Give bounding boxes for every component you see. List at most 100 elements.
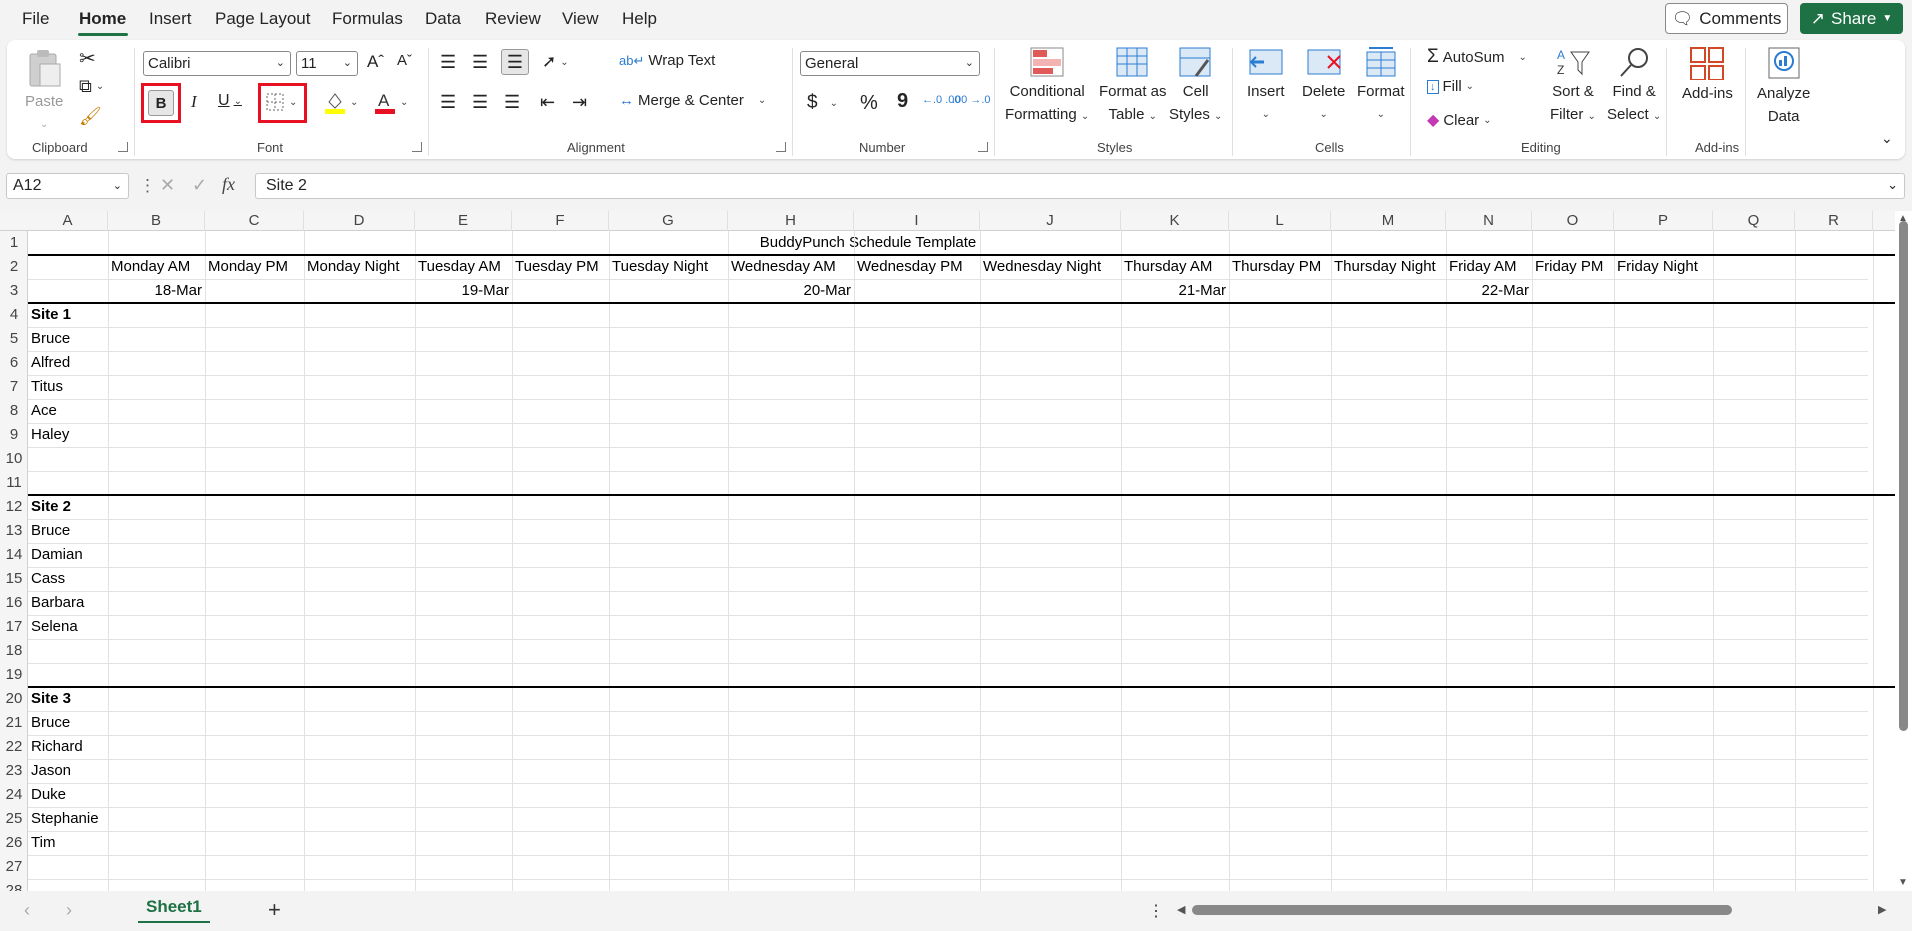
column-header-l[interactable]: L [1229, 211, 1331, 231]
next-sheet-icon[interactable]: › [66, 900, 72, 921]
row-header-9[interactable]: 9 [0, 423, 28, 447]
menu-file[interactable]: File [22, 9, 49, 29]
format-as-table-button[interactable]: Format as Table ⌄ [1099, 46, 1167, 126]
fill-color-button[interactable]: ⌄ [324, 90, 358, 114]
scroll-left-icon[interactable]: ◀ [1177, 903, 1185, 916]
menu-review[interactable]: Review [485, 9, 541, 29]
column-header-r[interactable]: R [1795, 211, 1873, 231]
share-button[interactable]: ↗ Share ▼ [1800, 3, 1903, 34]
row-header-24[interactable]: 24 [0, 783, 28, 807]
shift-header[interactable]: Friday PM [1532, 255, 1606, 279]
column-header-e[interactable]: E [415, 211, 512, 231]
column-header-h[interactable]: H [728, 211, 854, 231]
row-header-23[interactable]: 23 [0, 759, 28, 783]
column-header-i[interactable]: I [854, 211, 980, 231]
shift-header[interactable]: Tuesday AM [415, 255, 504, 279]
enter-icon[interactable]: ✓ [192, 175, 207, 196]
shift-header[interactable]: Tuesday Night [609, 255, 711, 279]
row-header-21[interactable]: 21 [0, 711, 28, 735]
worksheet-grid[interactable]: ABCDEFGHIJKLMNOPQR 1 2 3 4 5 6 7 8 9 10 11 12 13 14 15… [0, 211, 1895, 891]
analyze-data-button[interactable]: Analyze Data [1757, 46, 1810, 126]
sort-filter-button[interactable]: AZ Sort & Filter ⌄ [1550, 46, 1596, 126]
cancel-icon[interactable]: ✕ [160, 175, 175, 196]
row-header-13[interactable]: 13 [0, 519, 28, 543]
font-name-select[interactable]: Calibri ⌄ [143, 51, 291, 76]
align-center-button[interactable]: ☰ [472, 92, 488, 113]
row-header-27[interactable]: 27 [0, 855, 28, 879]
font-size-select[interactable]: 11 ⌄ [296, 51, 358, 76]
number-launcher-icon[interactable] [978, 142, 988, 152]
row-header-6[interactable]: 6 [0, 351, 28, 375]
font-launcher-icon[interactable] [412, 142, 422, 152]
employee-name[interactable]: Bruce [28, 327, 73, 351]
employee-name[interactable]: Cass [28, 567, 68, 591]
align-left-button[interactable]: ☰ [440, 92, 456, 113]
vertical-scroll-thumb[interactable] [1899, 221, 1908, 731]
row-header-16[interactable]: 16 [0, 591, 28, 615]
percent-button[interactable]: % [860, 92, 878, 115]
date-cell[interactable]: 18-Mar [108, 279, 205, 303]
add-ins-button[interactable]: Add-ins [1682, 46, 1733, 103]
row-header-1[interactable]: 1 [0, 231, 28, 255]
employee-name[interactable]: Barbara [28, 591, 87, 615]
sheet-tab-sheet1[interactable]: Sheet1 [138, 893, 210, 923]
row-header-2[interactable]: 2 [0, 255, 28, 279]
employee-name[interactable]: Selena [28, 615, 81, 639]
clipboard-launcher-icon[interactable] [118, 142, 128, 152]
fill-button[interactable]: ↓ Fill ⌄ [1427, 78, 1474, 95]
column-header-g[interactable]: G [609, 211, 728, 231]
menu-home[interactable]: Home [79, 9, 126, 29]
currency-button[interactable]: $ ⌄ [807, 92, 838, 114]
row-header-7[interactable]: 7 [0, 375, 28, 399]
function-icon[interactable]: fx [222, 174, 235, 195]
row-header-17[interactable]: 17 [0, 615, 28, 639]
employee-name[interactable]: Titus [28, 375, 66, 399]
horizontal-scroll-thumb[interactable] [1192, 905, 1732, 915]
find-select-button[interactable]: Find & Select ⌄ [1607, 46, 1661, 126]
prev-sheet-icon[interactable]: ‹ [24, 900, 30, 921]
row-header-5[interactable]: 5 [0, 327, 28, 351]
increase-font-button[interactable]: Aˆ [367, 52, 384, 72]
shift-header[interactable]: Thursday Night [1331, 255, 1439, 279]
bold-button[interactable]: B [148, 90, 174, 116]
shift-header[interactable]: Friday Night [1614, 255, 1701, 279]
shift-header[interactable]: Tuesday PM [512, 255, 602, 279]
site-header[interactable]: Site 3 [28, 687, 74, 711]
delete-cells-button[interactable]: Delete ⌄ [1302, 46, 1345, 124]
menu-view[interactable]: View [562, 9, 599, 29]
row-header-25[interactable]: 25 [0, 807, 28, 831]
comments-button[interactable]: 🗨 Comments [1665, 3, 1788, 34]
formula-input[interactable]: Site 2 ⌄ [255, 173, 1905, 199]
employee-name[interactable]: Duke [28, 783, 69, 807]
column-header-q[interactable]: Q [1713, 211, 1795, 231]
column-header-m[interactable]: M [1331, 211, 1446, 231]
menu-page-layout[interactable]: Page Layout [215, 9, 310, 29]
add-sheet-button[interactable]: + [268, 897, 281, 923]
collapse-ribbon-button[interactable]: ⌄ [1881, 130, 1893, 147]
shift-header[interactable]: Thursday PM [1229, 255, 1324, 279]
employee-name[interactable]: Alfred [28, 351, 73, 375]
column-header-j[interactable]: J [980, 211, 1121, 231]
format-cells-button[interactable]: Format ⌄ [1357, 46, 1405, 124]
employee-name[interactable]: Haley [28, 423, 72, 447]
sheet-title[interactable]: BuddyPunch Schedule Template [108, 231, 1628, 255]
align-middle-button[interactable]: ☰ [472, 52, 488, 73]
column-header-c[interactable]: C [205, 211, 304, 231]
more-options-icon[interactable]: ⋮ [139, 176, 156, 196]
decrease-decimal-button[interactable]: .00 →.0 [952, 94, 991, 106]
wrap-text-button[interactable]: ab↵ Wrap Text [619, 52, 715, 69]
copy-button[interactable]: ⧉ ⌄ [79, 76, 104, 97]
row-header-19[interactable]: 19 [0, 663, 28, 687]
merge-center-button[interactable]: ↔ Merge & Center ⌄ [619, 92, 766, 109]
employee-name[interactable]: Ace [28, 399, 60, 423]
employee-name[interactable]: Richard [28, 735, 86, 759]
row-header-14[interactable]: 14 [0, 543, 28, 567]
employee-name[interactable]: Stephanie [28, 807, 102, 831]
clear-button[interactable]: ◆ Clear ⌄ [1427, 110, 1492, 130]
align-bottom-button[interactable]: ☰ [501, 49, 529, 75]
employee-name[interactable]: Damian [28, 543, 86, 567]
alignment-launcher-icon[interactable] [776, 142, 786, 152]
column-header-p[interactable]: P [1614, 211, 1713, 231]
site-header[interactable]: Site 1 [28, 303, 74, 327]
row-header-8[interactable]: 8 [0, 399, 28, 423]
